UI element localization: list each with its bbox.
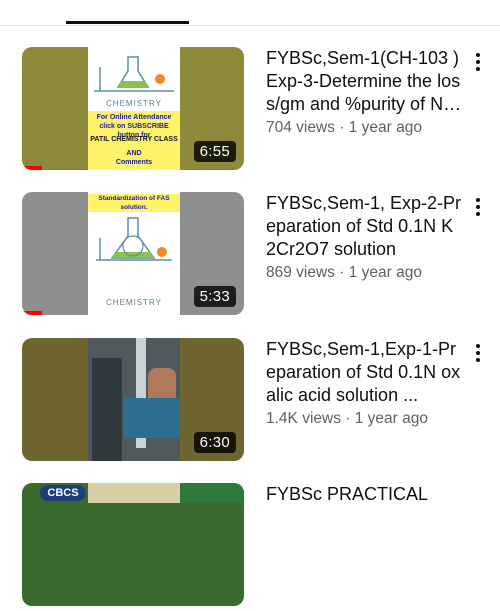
video-title[interactable]: FYBSc,Sem-1,Exp-1-Preparation of Std 0.1…: [266, 338, 462, 407]
more-options-icon[interactable]: [470, 198, 486, 220]
video-item[interactable]: CHEMISTRY For Online Attendance click on…: [0, 47, 500, 175]
lab-shelf-image: [92, 358, 122, 461]
video-duration: 6:30: [193, 432, 236, 453]
video-title[interactable]: FYBSc,Sem-1(CH-103 ) Exp-3-Determine the…: [266, 47, 462, 116]
upload-age: 1 year ago: [354, 410, 428, 427]
more-options-icon[interactable]: [470, 53, 486, 75]
thumbnail-line: Comments: [115, 159, 153, 166]
video-thumbnail[interactable]: Standardization of FAS solution. CHEMIST…: [22, 192, 244, 315]
thumbnail-brand: CHEMISTRY: [106, 298, 162, 307]
video-item[interactable]: CBCS FYBSc PRACTICAL: [0, 483, 500, 611]
video-item[interactable]: Standardization of FAS solution. CHEMIST…: [0, 192, 500, 320]
video-duration: 5:33: [193, 286, 236, 307]
lab-bench-image: [124, 398, 180, 438]
video-title[interactable]: FYBSc PRACTICAL: [266, 483, 462, 506]
view-count: 1.4K views: [266, 410, 341, 427]
video-duration: 6:55: [193, 141, 236, 162]
upload-age: 1 year ago: [348, 264, 422, 281]
video-thumbnail[interactable]: CBCS: [22, 483, 244, 606]
more-options-icon[interactable]: [470, 344, 486, 366]
video-stats: 869 views · 1 year ago: [266, 264, 422, 281]
video-title[interactable]: FYBSc,Sem-1, Exp-2-Preparation of Std 0.…: [266, 192, 462, 261]
view-count: 704 views: [266, 119, 335, 136]
thumbnail-brand: CHEMISTRY: [106, 99, 162, 108]
active-tab-indicator: [66, 21, 189, 24]
watch-progress: [22, 166, 42, 170]
upload-age: 1 year ago: [348, 119, 422, 136]
video-item[interactable]: 6:30 FYBSc,Sem-1,Exp-1-Preparation of St…: [0, 338, 500, 466]
thumbnail-badge: CBCS: [40, 485, 86, 501]
flask-illustration: [96, 217, 172, 261]
tab-bar: [0, 0, 500, 26]
video-thumbnail[interactable]: CHEMISTRY For Online Attendance click on…: [22, 47, 244, 170]
watch-progress: [22, 311, 42, 315]
thumbnail-line: AND: [126, 150, 142, 157]
video-thumbnail[interactable]: 6:30: [22, 338, 244, 461]
flask-illustration: [94, 56, 174, 92]
thumbnail-line: PATIL CHEMISTRY CLASS: [90, 136, 178, 143]
view-count: 869 views: [266, 264, 335, 281]
video-stats: 704 views · 1 year ago: [266, 119, 422, 136]
video-stats: 1.4K views · 1 year ago: [266, 410, 428, 427]
